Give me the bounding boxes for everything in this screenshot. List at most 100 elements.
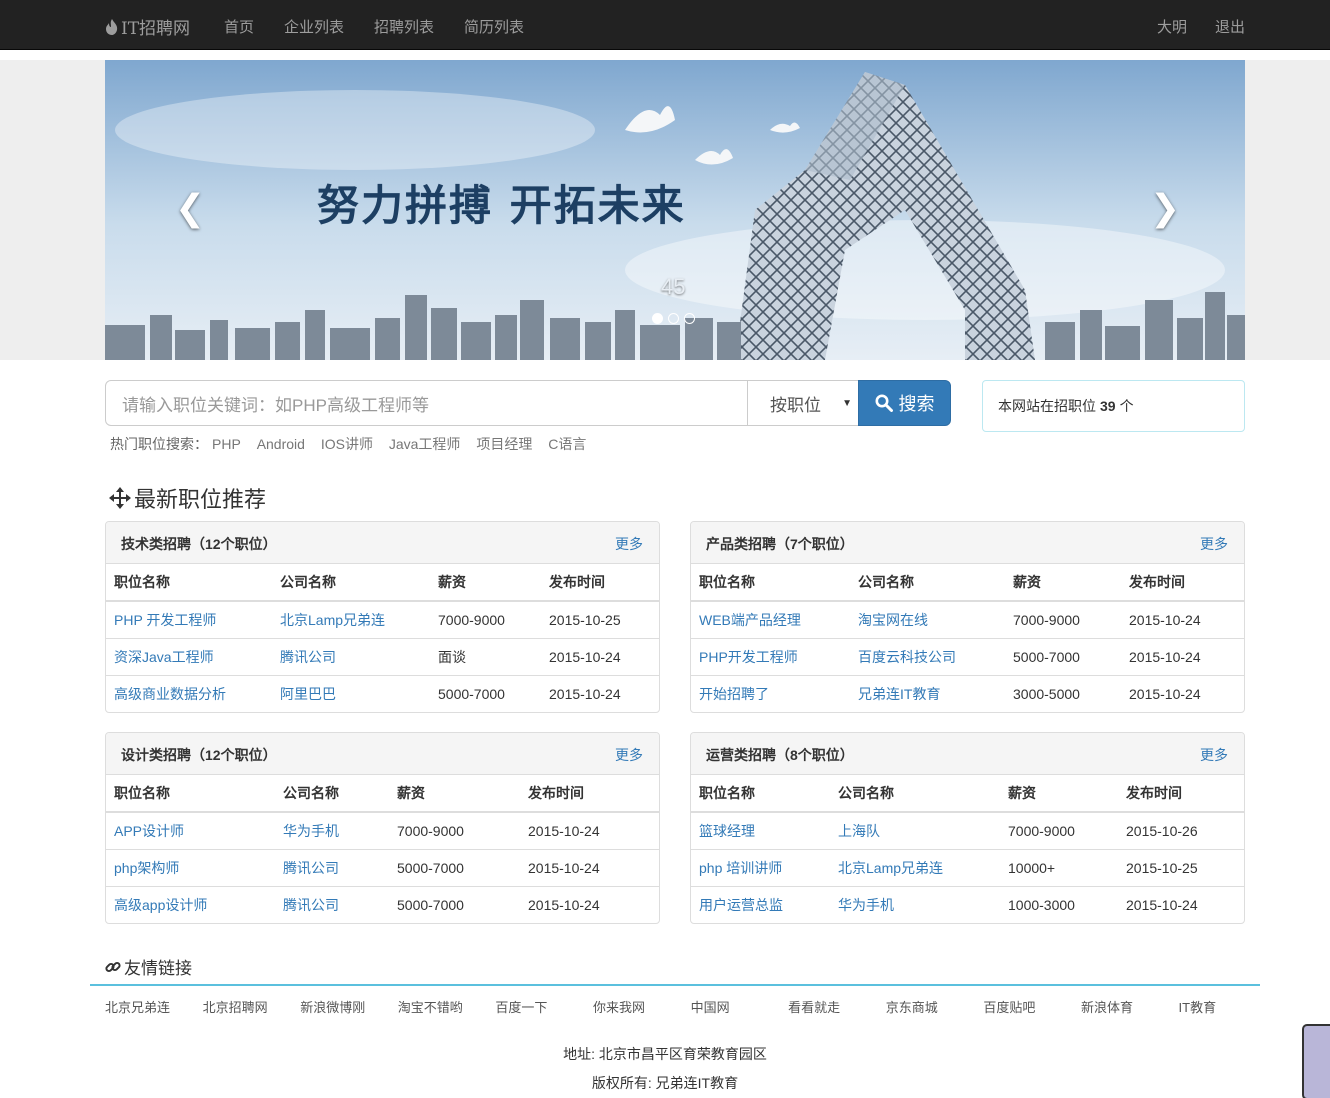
job-title-link[interactable]: php 培训讲师 — [699, 860, 782, 876]
nav-company-list[interactable]: 企业列表 — [284, 16, 344, 37]
post-date: 2015-10-24 — [520, 848, 659, 886]
search-type-select[interactable]: 按职位 ▼ — [747, 380, 859, 426]
table-row: 高级商业数据分析 阿里巴巴 5000-7000 2015-10-24 — [106, 674, 659, 712]
friend-link[interactable]: 中国网 — [691, 997, 789, 1016]
more-link[interactable]: 更多 — [615, 745, 643, 765]
hot-tag[interactable]: PHP — [212, 436, 241, 452]
logout-link[interactable]: 退出 — [1215, 16, 1245, 37]
table-row: 资深Java工程师 腾讯公司 面谈 2015-10-24 — [106, 637, 659, 675]
more-link[interactable]: 更多 — [615, 534, 643, 554]
friend-links-title-text: 友情链接 — [124, 959, 192, 978]
table-row: 用户运营总监 华为手机 1000-3000 2015-10-24 — [691, 885, 1244, 923]
company-link[interactable]: 上海队 — [838, 823, 880, 839]
company-link[interactable]: 百度云科技公司 — [858, 649, 956, 665]
table-row: php架构师 腾讯公司 5000-7000 2015-10-24 — [106, 848, 659, 886]
flame-icon — [106, 18, 118, 35]
column-header: 发布时间 — [520, 775, 659, 813]
hot-tag[interactable]: C语言 — [548, 436, 586, 452]
search-button[interactable]: 搜索 — [858, 380, 951, 426]
column-header: 职位名称 — [106, 564, 272, 602]
chevron-left-icon: ❮ — [175, 187, 206, 228]
hot-tag[interactable]: 项目经理 — [476, 436, 532, 452]
job-title-link[interactable]: php架构师 — [114, 860, 179, 876]
friend-link[interactable]: 北京招聘网 — [203, 997, 301, 1016]
search-icon — [875, 394, 893, 412]
user-name-link[interactable]: 大明 — [1157, 16, 1187, 37]
friend-link[interactable]: 新浪体育 — [1081, 997, 1179, 1016]
panel-design-jobs: 设计类招聘（12个职位） 更多 职位名称 公司名称 薪资 发布时间 APP设计师… — [105, 732, 660, 924]
job-title-link[interactable]: WEB端产品经理 — [699, 612, 801, 628]
column-header: 薪资 — [430, 564, 541, 602]
hot-tag[interactable]: Java工程师 — [389, 436, 461, 452]
job-title-link[interactable]: 资深Java工程师 — [114, 649, 214, 665]
friend-link[interactable]: 百度贴吧 — [983, 997, 1081, 1016]
salary: 3000-5000 — [1005, 674, 1121, 712]
column-header: 薪资 — [1005, 564, 1121, 602]
table-row: PHP开发工程师 百度云科技公司 5000-7000 2015-10-24 — [691, 637, 1244, 675]
salary: 5000-7000 — [389, 885, 520, 923]
carousel-indicator[interactable] — [652, 313, 663, 324]
salary: 5000-7000 — [1005, 637, 1121, 675]
carousel-next-button[interactable]: ❯ — [1150, 190, 1180, 226]
company-link[interactable]: 阿里巴巴 — [280, 686, 336, 702]
brand-logo[interactable]: IT招聘网 — [105, 14, 190, 39]
friend-link[interactable]: 京东商城 — [886, 997, 984, 1016]
divider — [90, 984, 1260, 986]
nav-job-list[interactable]: 招聘列表 — [374, 16, 434, 37]
user-nav: 大明 退出 — [1157, 16, 1245, 37]
move-icon — [109, 487, 131, 509]
salary: 7000-9000 — [1005, 600, 1121, 638]
friend-link[interactable]: 你来我网 — [593, 997, 691, 1016]
job-table: 职位名称 公司名称 薪资 发布时间 WEB端产品经理 淘宝网在线 7000-90… — [691, 564, 1244, 712]
floating-side-widget[interactable] — [1302, 1024, 1330, 1098]
job-title-link[interactable]: PHP 开发工程师 — [114, 612, 216, 628]
salary: 面谈 — [430, 637, 541, 675]
job-title-link[interactable]: 用户运营总监 — [699, 897, 783, 913]
company-link[interactable]: 兄弟连IT教育 — [858, 686, 940, 702]
nav-home[interactable]: 首页 — [224, 16, 254, 37]
job-search-input[interactable]: 请输入职位关键词：如PHP高级工程师等 — [105, 380, 748, 426]
table-row: PHP 开发工程师 北京Lamp兄弟连 7000-9000 2015-10-25 — [106, 600, 659, 638]
company-link[interactable]: 华为手机 — [283, 823, 339, 839]
column-header: 薪资 — [389, 775, 520, 813]
carousel-indicator[interactable] — [684, 313, 695, 324]
column-header: 职位名称 — [691, 564, 850, 602]
column-header: 职位名称 — [106, 775, 275, 813]
hot-searches: 热门职位搜索： PHP Android IOS讲师 Java工程师 项目经理 C… — [110, 434, 590, 454]
more-link[interactable]: 更多 — [1200, 745, 1228, 765]
friend-link[interactable]: IT教育 — [1179, 997, 1277, 1016]
salary: 1000-3000 — [1000, 885, 1118, 923]
job-title-link[interactable]: 篮球经理 — [699, 823, 755, 839]
post-date: 2015-10-24 — [541, 637, 659, 675]
hot-tag[interactable]: IOS讲师 — [321, 436, 373, 452]
job-title-link[interactable]: 高级app设计师 — [114, 897, 207, 913]
friend-link[interactable]: 看看就走 — [788, 997, 886, 1016]
friend-link[interactable]: 北京兄弟连 — [105, 997, 203, 1016]
job-title-link[interactable]: 开始招聘了 — [699, 686, 769, 702]
panel-title: 产品类招聘（7个职位） — [706, 536, 854, 552]
more-link[interactable]: 更多 — [1200, 534, 1228, 554]
company-link[interactable]: 腾讯公司 — [283, 860, 339, 876]
table-row: APP设计师 华为手机 7000-9000 2015-10-24 — [106, 811, 659, 849]
chevron-right-icon: ❯ — [1150, 187, 1181, 228]
table-header-row: 职位名称 公司名称 薪资 发布时间 — [106, 564, 659, 602]
nav-resume-list[interactable]: 简历列表 — [464, 16, 524, 37]
job-title-link[interactable]: APP设计师 — [114, 823, 184, 839]
company-link[interactable]: 淘宝网在线 — [858, 612, 928, 628]
panel-heading: 设计类招聘（12个职位） 更多 — [106, 733, 659, 775]
company-link[interactable]: 北京Lamp兄弟连 — [280, 612, 385, 628]
job-title-link[interactable]: PHP开发工程师 — [699, 649, 798, 665]
carousel-prev-button[interactable]: ❮ — [175, 190, 205, 226]
friend-link[interactable]: 淘宝不错哟 — [398, 997, 496, 1016]
job-table: 职位名称 公司名称 薪资 发布时间 篮球经理 上海队 7000-9000 201… — [691, 775, 1244, 923]
carousel-indicator[interactable] — [668, 313, 679, 324]
company-link[interactable]: 腾讯公司 — [280, 649, 336, 665]
footer-address: 地址: 北京市昌平区育荣教育园区 — [563, 1046, 767, 1062]
job-title-link[interactable]: 高级商业数据分析 — [114, 686, 226, 702]
company-link[interactable]: 北京Lamp兄弟连 — [838, 860, 943, 876]
company-link[interactable]: 华为手机 — [838, 897, 894, 913]
company-link[interactable]: 腾讯公司 — [283, 897, 339, 913]
friend-link[interactable]: 百度一下 — [495, 997, 593, 1016]
hot-tag[interactable]: Android — [257, 436, 305, 452]
friend-link[interactable]: 新浪微博刚 — [300, 997, 398, 1016]
